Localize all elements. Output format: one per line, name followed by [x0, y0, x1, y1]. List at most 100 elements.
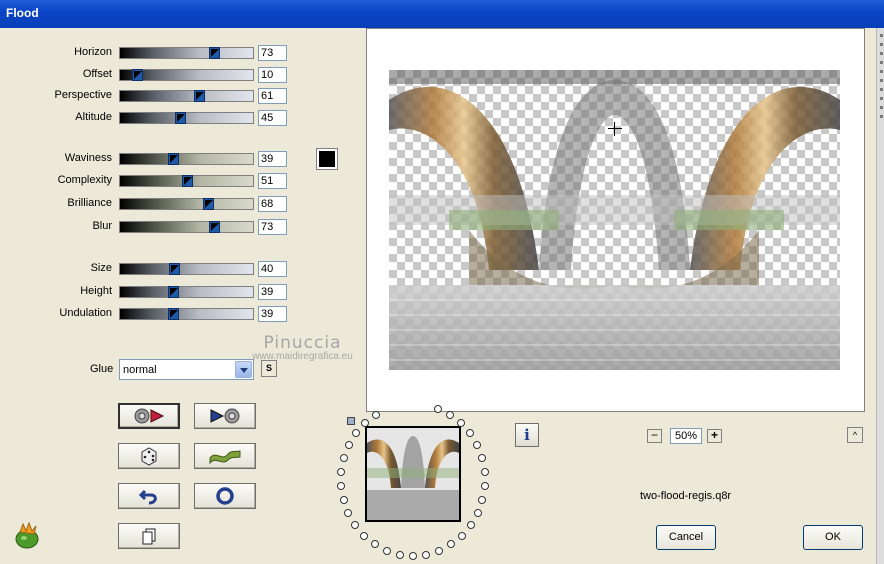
- slider-value-offset[interactable]: 10: [258, 67, 287, 83]
- slider-thumb-height[interactable]: [168, 286, 179, 298]
- zoom-out-button[interactable]: −: [647, 429, 662, 443]
- slider-thumb-brilliance[interactable]: [203, 198, 214, 210]
- ring-dot[interactable]: [396, 551, 404, 559]
- ring-dot[interactable]: [337, 468, 345, 476]
- slider-row-waviness: Waviness 39: [0, 151, 300, 167]
- glue-select[interactable]: normal: [119, 359, 254, 380]
- collapse-button[interactable]: ^: [847, 427, 863, 443]
- glue-select-value: normal: [123, 364, 157, 376]
- chevron-down-icon[interactable]: [235, 361, 252, 378]
- ring-dot[interactable]: [352, 429, 360, 437]
- ring-dot[interactable]: [467, 521, 475, 529]
- slider-value-waviness[interactable]: 39: [258, 151, 287, 167]
- randomize-button[interactable]: [118, 443, 180, 469]
- slider-track-blur[interactable]: [119, 221, 254, 233]
- ring-dot[interactable]: [434, 405, 442, 413]
- ring-dot[interactable]: [478, 454, 486, 462]
- reset-button[interactable]: [194, 483, 256, 509]
- slider-track-size[interactable]: [119, 263, 254, 275]
- record-icon: [134, 408, 165, 424]
- slider-track-altitude[interactable]: [119, 112, 254, 124]
- slider-label-waviness: Waviness: [64, 152, 112, 164]
- record-button[interactable]: [118, 403, 180, 429]
- window-edge: [876, 28, 884, 564]
- undo-button[interactable]: [118, 483, 180, 509]
- ring-dot[interactable]: [466, 429, 474, 437]
- ring-dot[interactable]: [340, 496, 348, 504]
- slider-track-brilliance[interactable]: [119, 198, 254, 210]
- slider-thumb-size[interactable]: [169, 263, 180, 275]
- preview-image[interactable]: [389, 70, 840, 370]
- slider-track-waviness[interactable]: [119, 153, 254, 165]
- navigator-thumbnail[interactable]: [365, 426, 461, 522]
- ring-dot[interactable]: [360, 532, 368, 540]
- window-title: Flood: [6, 6, 39, 20]
- copy-button[interactable]: [118, 523, 180, 549]
- slider-thumb-altitude[interactable]: [175, 112, 186, 124]
- slider-thumb-complexity[interactable]: [182, 175, 193, 187]
- slider-thumb-undulation[interactable]: [168, 308, 179, 320]
- play-forward-button[interactable]: [194, 403, 256, 429]
- undo-icon: [139, 489, 157, 505]
- cancel-button[interactable]: Cancel: [656, 525, 716, 550]
- slider-track-complexity[interactable]: [119, 175, 254, 187]
- ring-dot[interactable]: [344, 509, 352, 517]
- slider-value-perspective[interactable]: 61: [258, 88, 287, 104]
- info-button[interactable]: i: [515, 423, 539, 447]
- flood-color-swatch[interactable]: [316, 148, 338, 170]
- slider-track-perspective[interactable]: [119, 90, 254, 102]
- ring-dot[interactable]: [478, 496, 486, 504]
- slider-label-altitude: Altitude: [75, 111, 112, 123]
- slider-label-complexity: Complexity: [57, 174, 112, 186]
- slider-value-brilliance[interactable]: 68: [258, 196, 287, 212]
- slider-thumb-perspective[interactable]: [194, 90, 205, 102]
- slider-value-size[interactable]: 40: [258, 261, 287, 277]
- ring-dot[interactable]: [474, 509, 482, 517]
- slider-track-undulation[interactable]: [119, 308, 254, 320]
- ok-button[interactable]: OK: [803, 525, 863, 550]
- ring-dot[interactable]: [337, 482, 345, 490]
- slider-value-undulation[interactable]: 39: [258, 306, 287, 322]
- slider-value-blur[interactable]: 73: [258, 219, 287, 235]
- slider-thumb-horizon[interactable]: [209, 47, 220, 59]
- wave-button[interactable]: [194, 443, 256, 469]
- zoom-in-button[interactable]: +: [707, 429, 722, 443]
- navigator-handle[interactable]: [347, 417, 355, 425]
- slider-track-height[interactable]: [119, 286, 254, 298]
- title-bar: Flood: [0, 0, 884, 28]
- slider-label-brilliance: Brilliance: [67, 197, 112, 209]
- ring-dot[interactable]: [481, 468, 489, 476]
- glue-s-button[interactable]: S: [261, 360, 277, 377]
- slider-label-height: Height: [80, 285, 112, 297]
- ring-dot[interactable]: [383, 547, 391, 555]
- slider-track-horizon[interactable]: [119, 47, 254, 59]
- ring-dot[interactable]: [481, 482, 489, 490]
- ring-dot[interactable]: [435, 547, 443, 555]
- ring-dot[interactable]: [473, 441, 481, 449]
- preset-filename: two-flood-regis.q8r: [640, 490, 732, 502]
- ring-dot[interactable]: [422, 551, 430, 559]
- ring-dot[interactable]: [340, 454, 348, 462]
- ring-dot[interactable]: [457, 419, 465, 427]
- ring-dot[interactable]: [351, 521, 359, 529]
- slider-label-size: Size: [90, 262, 112, 274]
- ring-dot[interactable]: [409, 552, 417, 560]
- slider-label-undulation: Undulation: [59, 307, 112, 319]
- ring-dot[interactable]: [447, 540, 455, 548]
- watermark: Pinuccia www.maidiregrafica.eu: [240, 333, 365, 362]
- ring-dot[interactable]: [361, 419, 369, 427]
- slider-row-horizon: Horizon 73: [0, 45, 300, 61]
- ring-dot[interactable]: [458, 532, 466, 540]
- ring-dot[interactable]: [345, 441, 353, 449]
- ring-dot[interactable]: [371, 540, 379, 548]
- ring-dot[interactable]: [372, 411, 380, 419]
- slider-thumb-waviness[interactable]: [168, 153, 179, 165]
- slider-thumb-blur[interactable]: [209, 221, 220, 233]
- slider-track-offset[interactable]: [119, 69, 254, 81]
- slider-value-altitude[interactable]: 45: [258, 110, 287, 126]
- slider-value-horizon[interactable]: 73: [258, 45, 287, 61]
- slider-value-complexity[interactable]: 51: [258, 173, 287, 189]
- slider-value-height[interactable]: 39: [258, 284, 287, 300]
- slider-thumb-offset[interactable]: [132, 69, 143, 81]
- ring-dot[interactable]: [446, 411, 454, 419]
